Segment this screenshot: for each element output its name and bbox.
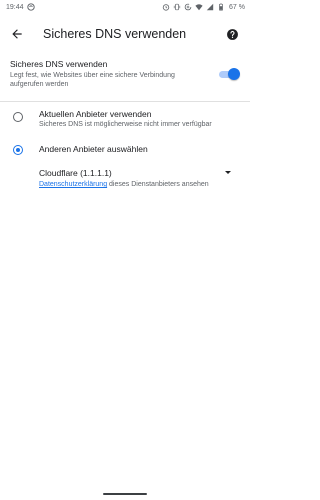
provider-dropdown[interactable]: Cloudflare (1.1.1.1) (39, 168, 235, 180)
provider-selected-value: Cloudflare (1.1.1.1) (39, 168, 112, 178)
alarm-icon (162, 4, 170, 11)
secure-dns-description: Legt fest, wie Websites über eine sicher… (10, 72, 175, 88)
radio-other-provider[interactable] (13, 145, 23, 155)
signal-icon (206, 3, 214, 11)
secure-dns-switch[interactable] (217, 68, 240, 80)
status-icons: 67 % (162, 3, 245, 11)
vibrate-icon (173, 3, 181, 11)
privacy-suffix: dieses Dienstanbieters ansehen (107, 181, 209, 188)
option-label: Anderen Anbieter auswählen (39, 144, 148, 154)
help-button[interactable] (224, 26, 240, 42)
back-arrow-icon (12, 29, 22, 39)
secure-dns-title: Sicheres DNS verwenden (10, 59, 108, 69)
wifi-icon (195, 4, 203, 11)
status-time: 19:44 (6, 4, 24, 11)
option-description: Sicheres DNS ist möglicherweise nicht im… (39, 121, 212, 128)
privacy-policy-link[interactable]: Datenschutzerklärung (39, 181, 107, 188)
secure-dns-toggle-row[interactable]: Sicheres DNS verwenden Legt fest, wie We… (0, 56, 250, 98)
option-other-provider[interactable]: Anderen Anbieter auswählen (0, 144, 250, 168)
status-bar: 19:44 67 % (0, 0, 250, 16)
toolbar: Sicheres DNS verwenden (0, 18, 250, 50)
privacy-line: Datenschutzerklärung dieses Dienstanbiet… (39, 181, 209, 188)
option-current-provider[interactable]: Aktuellen Anbieter verwenden Sicheres DN… (0, 109, 250, 133)
dropdown-arrow-icon (225, 171, 231, 174)
page-title: Sicheres DNS verwenden (43, 27, 187, 41)
radio-current-provider[interactable] (13, 112, 23, 122)
data-saver-icon (184, 3, 192, 11)
divider (0, 101, 250, 102)
battery-icon (219, 3, 223, 11)
battery-percent: 67 % (229, 3, 245, 11)
help-icon (226, 28, 238, 40)
app-notification-icon (27, 3, 35, 11)
switch-thumb (228, 68, 240, 80)
back-button[interactable] (8, 25, 26, 43)
navigation-handle[interactable] (103, 493, 147, 495)
option-label: Aktuellen Anbieter verwenden (39, 109, 152, 119)
